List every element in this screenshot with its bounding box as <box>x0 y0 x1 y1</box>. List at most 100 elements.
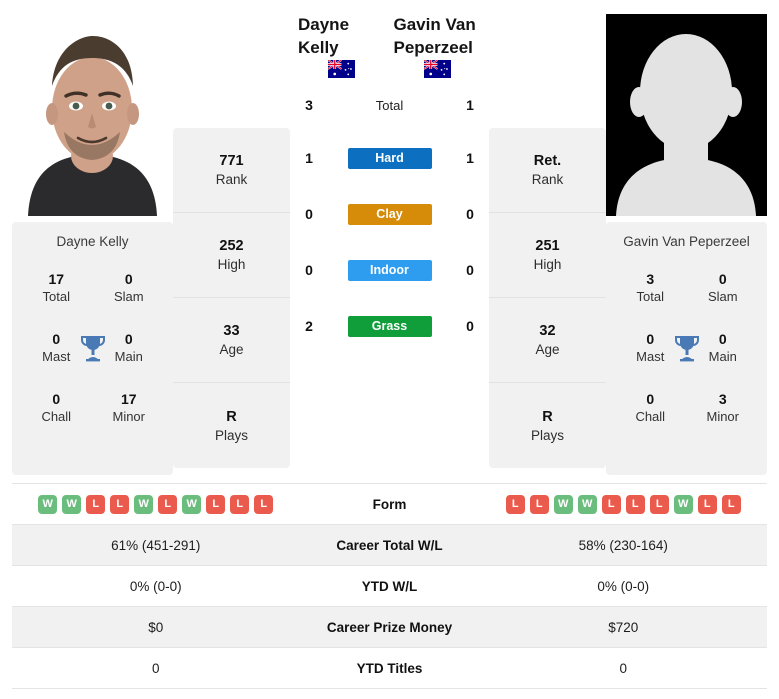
right-form-badges: LLWWLLLWLL <box>482 494 766 514</box>
surface-bar-clay: Clay <box>347 203 432 225</box>
form-badge-w: W <box>182 494 202 514</box>
left-career-wl: 61% (451-291) <box>111 537 201 553</box>
left-form-badges: WWLLWLWLLL <box>14 494 298 514</box>
left-card-player-name: Dayne Kelly <box>56 234 129 249</box>
right-strip-high: 251 High <box>489 213 606 298</box>
right-titles-total: 3 Total <box>636 271 664 305</box>
row-label-ytd-wl: YTD W/L <box>361 578 418 594</box>
table-row-ytd-wl: 0% (0-0) YTD W/L 0% (0-0) <box>12 566 767 607</box>
player-comparison-page: Dayne Kelly 17 Total 0 Slam 0 Mast 0 Mai… <box>0 0 779 699</box>
right-titles-chall: 0 Chall <box>635 390 666 424</box>
left-strip-high: 252 High <box>173 213 290 298</box>
form-badge-l: L <box>649 494 669 514</box>
row-label-form: Form <box>372 496 407 512</box>
left-strip-age: 33 Age <box>173 298 290 383</box>
row-label-prize-money: Career Prize Money <box>326 619 453 635</box>
surface-row-total: 3 Total 1 <box>294 80 485 130</box>
form-badge-l: L <box>158 494 178 514</box>
left-grass-value: 2 <box>305 318 313 334</box>
form-badge-l: L <box>230 494 250 514</box>
form-badge-l: L <box>86 494 106 514</box>
right-total-value: 1 <box>466 97 474 113</box>
surface-breakdown-column: Dayne Kelly Gavin Van Peperzeel 3 Total … <box>290 14 489 354</box>
form-badge-l: L <box>206 494 226 514</box>
left-player-name: Dayne Kelly <box>298 15 350 57</box>
right-strip-age: 32 Age <box>489 298 606 383</box>
form-badge-l: L <box>697 494 717 514</box>
form-badge-w: W <box>673 494 693 514</box>
right-form-cell: LLWWLLLWLL <box>480 489 768 520</box>
left-titles-total: 17 Total <box>42 271 70 305</box>
form-badge-l: L <box>625 494 645 514</box>
right-card-player-name: Gavin Van Peperzeel <box>623 234 750 249</box>
surface-bar-indoor: Indoor <box>347 259 432 281</box>
right-career-wl: 58% (230-164) <box>578 537 668 553</box>
left-flag-row <box>294 60 390 78</box>
surface-row-clay: 0 Clay 0 <box>294 186 485 242</box>
right-player-column: Gavin Van Peperzeel 3 Total 0 Slam 0 Mas… <box>606 14 767 475</box>
form-badge-l: L <box>110 494 130 514</box>
right-player-name: Gavin Van Peperzeel <box>393 15 476 57</box>
left-titles-slam: 0 Slam <box>113 271 144 305</box>
right-hard-value: 1 <box>466 150 474 166</box>
form-badge-w: W <box>553 494 573 514</box>
form-badge-l: L <box>505 494 525 514</box>
left-stats-strips: 771 Rank 252 High 33 Age R Plays <box>173 128 290 468</box>
table-row-career-wl: 61% (451-291) Career Total W/L 58% (230-… <box>12 525 767 566</box>
form-badge-l: L <box>529 494 549 514</box>
left-indoor-value: 0 <box>305 262 313 278</box>
right-strip-rank: Ret. Rank <box>489 128 606 213</box>
surface-bar-hard: Hard <box>347 147 432 169</box>
trophy-icon <box>674 334 700 362</box>
right-indoor-value: 0 <box>466 262 474 278</box>
left-player-heading: Dayne Kelly <box>294 14 390 78</box>
table-row-ytd-titles: 0 YTD Titles 0 <box>12 648 767 689</box>
left-ytd-titles: 0 <box>151 660 160 676</box>
surface-bar-grass: Grass <box>347 315 432 337</box>
surface-row-hard: 1 Hard 1 <box>294 130 485 186</box>
form-badge-w: W <box>38 494 58 514</box>
table-row-form: WWLLWLWLLL Form LLWWLLLWLL <box>12 484 767 525</box>
right-titles-grid: 3 Total 0 Slam 0 Mast 0 Main 0 Chall 3 M… <box>614 270 759 425</box>
left-ytd-wl: 0% (0-0) <box>129 578 182 594</box>
right-prize-money: $720 <box>608 619 639 635</box>
form-badge-l: L <box>254 494 274 514</box>
right-ytd-wl: 0% (0-0) <box>597 578 650 594</box>
form-badge-w: W <box>62 494 82 514</box>
right-titles-minor: 3 Minor <box>706 390 739 424</box>
comparison-stats-table: WWLLWLWLLL Form LLWWLLLWLL 61% (451-291)… <box>12 483 767 689</box>
left-clay-value: 0 <box>305 206 313 222</box>
left-player-info-card: Dayne Kelly 17 Total 0 Slam 0 Mast 0 Mai… <box>12 222 173 475</box>
left-strip-plays: R Plays <box>173 383 290 468</box>
form-badge-l: L <box>721 494 741 514</box>
flag-au-icon <box>328 60 356 78</box>
left-titles-grid: 17 Total 0 Slam 0 Mast 0 Main 0 Chall 17… <box>20 270 165 425</box>
right-stats-strips: Ret. Rank 251 High 32 Age R Plays <box>489 128 606 468</box>
left-hard-value: 1 <box>305 150 313 166</box>
right-strip-plays: R Plays <box>489 383 606 468</box>
right-ytd-titles: 0 <box>619 660 627 676</box>
form-badge-w: W <box>577 494 597 514</box>
left-prize-money: $0 <box>148 619 164 635</box>
right-player-heading: Gavin Van Peperzeel <box>390 14 486 78</box>
surface-row-grass: 2 Grass 0 <box>294 298 485 354</box>
comparison-header: Dayne Kelly 17 Total 0 Slam 0 Mast 0 Mai… <box>0 0 779 475</box>
right-grass-value: 0 <box>466 318 474 334</box>
right-clay-value: 0 <box>466 206 474 222</box>
form-badge-w: W <box>134 494 154 514</box>
form-badge-l: L <box>601 494 621 514</box>
table-row-prize-money: $0 Career Prize Money $720 <box>12 607 767 648</box>
left-total-value: 3 <box>305 97 313 113</box>
row-label-career-wl: Career Total W/L <box>336 537 443 553</box>
left-player-photo <box>12 14 173 216</box>
left-titles-minor: 17 Minor <box>112 390 145 424</box>
left-player-column: Dayne Kelly 17 Total 0 Slam 0 Mast 0 Mai… <box>12 14 173 475</box>
right-titles-slam: 0 Slam <box>707 271 738 305</box>
right-flag-row <box>390 60 486 78</box>
row-label-ytd-titles: YTD Titles <box>356 660 423 676</box>
left-strip-rank: 771 Rank <box>173 128 290 213</box>
trophy-icon <box>80 334 106 362</box>
left-form-cell: WWLLWLWLLL <box>12 489 300 520</box>
surface-rows: 3 Total 1 1 Hard 1 0 Clay 0 0 Indoor 0 2… <box>294 80 485 354</box>
surface-row-indoor: 0 Indoor 0 <box>294 242 485 298</box>
